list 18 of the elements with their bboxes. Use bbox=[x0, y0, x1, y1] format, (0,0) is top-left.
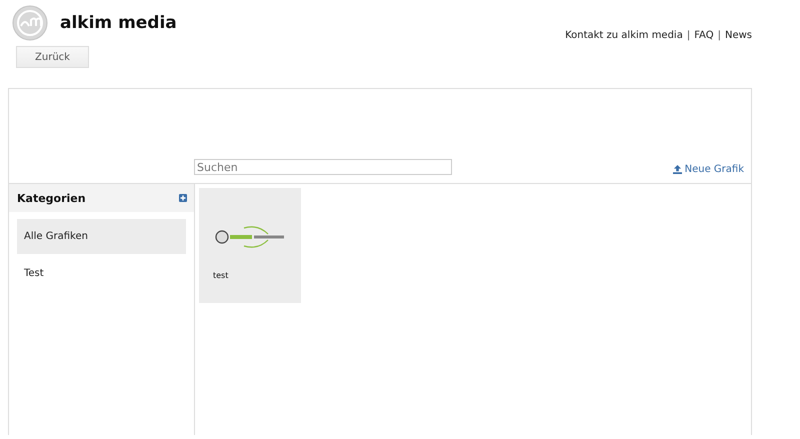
upload-icon bbox=[672, 165, 682, 174]
category-item[interactable]: Test bbox=[17, 256, 186, 291]
sidebar-title: Kategorien bbox=[17, 192, 86, 204]
search-field[interactable]: Suchen bbox=[194, 159, 452, 175]
graphic-caption: test bbox=[213, 271, 228, 280]
header-link[interactable]: News bbox=[724, 30, 752, 41]
category-item[interactable]: Alle Grafiken bbox=[17, 219, 186, 254]
link-separator: | bbox=[718, 30, 721, 41]
graphic-card[interactable]: test bbox=[199, 188, 301, 303]
back-button[interactable]: Zurück bbox=[16, 46, 89, 68]
add-icon[interactable] bbox=[179, 194, 187, 202]
logo-icon bbox=[12, 5, 48, 41]
header-link[interactable]: FAQ bbox=[694, 30, 714, 41]
logo-thumbnail-drawing bbox=[214, 226, 286, 248]
link-separator: | bbox=[686, 30, 690, 41]
new-graphic-link[interactable]: Neue Grafik bbox=[672, 164, 744, 175]
header-link[interactable]: Kontakt zu alkim media bbox=[565, 30, 683, 41]
site-title: alkim media bbox=[60, 13, 177, 33]
